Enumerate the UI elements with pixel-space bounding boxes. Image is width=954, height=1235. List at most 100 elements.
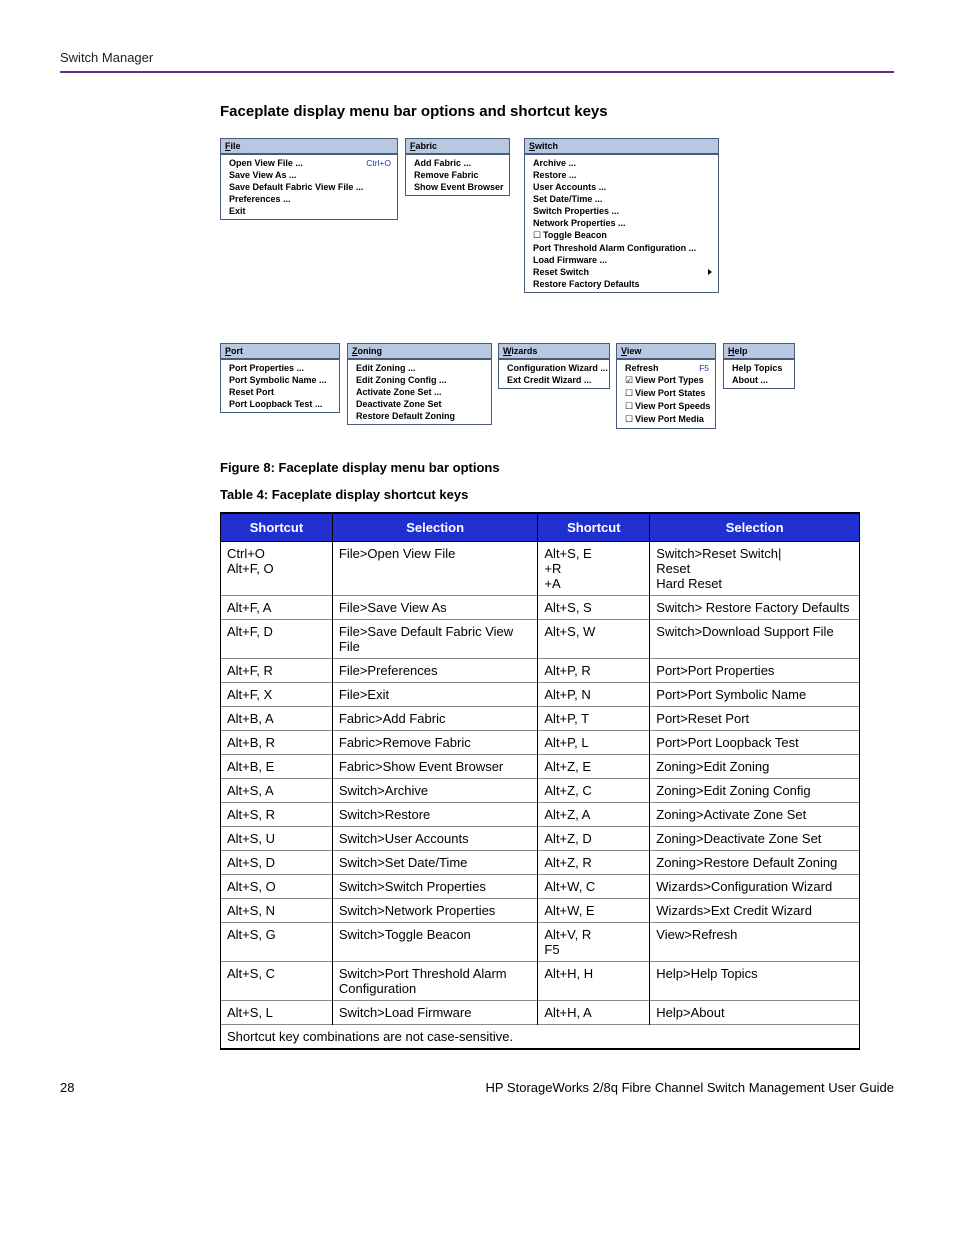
page-number: 28	[60, 1080, 74, 1095]
table-cell: Alt+Z, D	[538, 827, 650, 851]
menu-header-port[interactable]: Port	[220, 343, 340, 359]
table-cell: Port>Reset Port	[650, 707, 860, 731]
table-cell: Alt+S, U	[221, 827, 333, 851]
table-row: Alt+S, NSwitch>Network PropertiesAlt+W, …	[221, 899, 860, 923]
menu-item[interactable]: Deactivate Zone Set	[348, 398, 491, 410]
table-row: Alt+F, DFile>Save Default Fabric View Fi…	[221, 620, 860, 659]
menu-item[interactable]: Restore Factory Defaults	[525, 278, 718, 290]
menu-item[interactable]: About ...	[724, 374, 794, 386]
menu-item[interactable]: Save View As ...	[221, 169, 397, 181]
menu-item[interactable]: Load Firmware ...	[525, 254, 718, 266]
menu-item[interactable]: Open View File ...Ctrl+O	[221, 157, 397, 169]
table-cell: Alt+Z, C	[538, 779, 650, 803]
checkbox-icon: ☑	[625, 375, 635, 386]
table-cell: Alt+V, R F5	[538, 923, 650, 962]
table-cell: Zoning>Deactivate Zone Set	[650, 827, 860, 851]
table-cell: Switch>Reset Switch| Reset Hard Reset	[650, 542, 860, 596]
menu-item[interactable]: Archive ...	[525, 157, 718, 169]
table-cell: Wizards>Ext Credit Wizard	[650, 899, 860, 923]
menu-panel-zoning: Edit Zoning ...Edit Zoning Config ...Act…	[347, 359, 492, 425]
table-cell: Alt+S, W	[538, 620, 650, 659]
menu-item[interactable]: Port Symbolic Name ...	[221, 374, 339, 386]
menu-header-wizards[interactable]: Wizards	[498, 343, 610, 359]
menu-header-switch[interactable]: Switch	[524, 138, 719, 154]
table-row: Alt+S, USwitch>User AccountsAlt+Z, DZoni…	[221, 827, 860, 851]
table-cell: Port>Port Symbolic Name	[650, 683, 860, 707]
menu-item[interactable]: Help Topics	[724, 362, 794, 374]
menu-item[interactable]: Port Loopback Test ...	[221, 398, 339, 410]
menu-header-zoning[interactable]: Zoning	[347, 343, 492, 359]
menu-item[interactable]: Exit	[221, 205, 397, 217]
table-cell: Alt+S, G	[221, 923, 333, 962]
menu-item[interactable]: Restore ...	[525, 169, 718, 181]
menu-item[interactable]: RefreshF5	[617, 362, 715, 374]
menu-item[interactable]: ☐View Port Speeds	[617, 400, 715, 413]
table-row: Alt+B, EFabric>Show Event BrowserAlt+Z, …	[221, 755, 860, 779]
menu-item[interactable]: ☐View Port Media	[617, 413, 715, 426]
table-cell: Alt+Z, E	[538, 755, 650, 779]
table-cell: Alt+F, X	[221, 683, 333, 707]
table-cell: Fabric>Remove Fabric	[332, 731, 538, 755]
menu-panel-wizards: Configuration Wizard ...Ext Credit Wizar…	[498, 359, 610, 389]
menu-item[interactable]: ☐View Port States	[617, 387, 715, 400]
menu-item[interactable]: Remove Fabric	[406, 169, 509, 181]
menu-panel-file: Open View File ...Ctrl+OSave View As ...…	[220, 154, 398, 220]
table-cell: Switch>User Accounts	[332, 827, 538, 851]
menu-item[interactable]: Switch Properties ...	[525, 205, 718, 217]
table-row: Ctrl+O Alt+F, OFile>Open View FileAlt+S,…	[221, 542, 860, 596]
table-cell: Alt+W, E	[538, 899, 650, 923]
menu-header-file[interactable]: File	[220, 138, 398, 154]
menu-header-help[interactable]: Help	[723, 343, 795, 359]
table-cell: Alt+H, A	[538, 1001, 650, 1025]
table-cell: Alt+W, C	[538, 875, 650, 899]
table-cell: Alt+S, R	[221, 803, 333, 827]
table-cell: Switch>Load Firmware	[332, 1001, 538, 1025]
running-header: Switch Manager	[60, 50, 894, 73]
menu-item[interactable]: Edit Zoning Config ...	[348, 374, 491, 386]
table-cell: Alt+S, O	[221, 875, 333, 899]
table-cell: File>Save Default Fabric View File	[332, 620, 538, 659]
menu-header-fabric[interactable]: Fabric	[405, 138, 510, 154]
table-cell: File>Open View File	[332, 542, 538, 596]
menu-item[interactable]: Ext Credit Wizard ...	[499, 374, 609, 386]
menu-item[interactable]: ☐Toggle Beacon	[525, 229, 718, 242]
table-cell: Switch>Set Date/Time	[332, 851, 538, 875]
table-row: Alt+S, CSwitch>Port Threshold Alarm Conf…	[221, 962, 860, 1001]
menu-item[interactable]: Edit Zoning ...	[348, 362, 491, 374]
table-cell: Port>Port Properties	[650, 659, 860, 683]
table-row: Alt+B, AFabric>Add FabricAlt+P, TPort>Re…	[221, 707, 860, 731]
menu-item[interactable]: ☑View Port Types	[617, 374, 715, 387]
menu-screenshot: File Open View File ...Ctrl+OSave View A…	[220, 138, 860, 448]
checkbox-icon: ☐	[625, 414, 635, 425]
menu-item[interactable]: Save Default Fabric View File ...	[221, 181, 397, 193]
menu-panel-fabric: Add Fabric ...Remove FabricShow Event Br…	[405, 154, 510, 196]
table-cell: Help>Help Topics	[650, 962, 860, 1001]
menu-item[interactable]: Preferences ...	[221, 193, 397, 205]
table-note-row: Shortcut key combinations are not case-s…	[221, 1025, 860, 1050]
menu-item[interactable]: Port Threshold Alarm Configuration ...	[525, 242, 718, 254]
menu-item[interactable]: Add Fabric ...	[406, 157, 509, 169]
shortcut-hint: F5	[699, 363, 709, 373]
table-cell: Alt+Z, A	[538, 803, 650, 827]
menu-item[interactable]: User Accounts ...	[525, 181, 718, 193]
menu-item[interactable]: Reset Port	[221, 386, 339, 398]
table-cell: File>Preferences	[332, 659, 538, 683]
table-cell: Alt+H, H	[538, 962, 650, 1001]
table-cell: Switch>Network Properties	[332, 899, 538, 923]
checkbox-icon: ☐	[625, 388, 635, 399]
menu-item[interactable]: Show Event Browser	[406, 181, 509, 193]
table-cell: View>Refresh	[650, 923, 860, 962]
table-cell: Alt+B, R	[221, 731, 333, 755]
menu-item[interactable]: Reset Switch	[525, 266, 718, 278]
table-cell: Alt+P, L	[538, 731, 650, 755]
table-note: Shortcut key combinations are not case-s…	[221, 1025, 860, 1050]
menu-header-view[interactable]: View	[616, 343, 716, 359]
table-cell: Alt+B, A	[221, 707, 333, 731]
menu-item[interactable]: Set Date/Time ...	[525, 193, 718, 205]
menu-item[interactable]: Configuration Wizard ...	[499, 362, 609, 374]
menu-item[interactable]: Port Properties ...	[221, 362, 339, 374]
menu-panel-help: Help TopicsAbout ...	[723, 359, 795, 389]
menu-item[interactable]: Activate Zone Set ...	[348, 386, 491, 398]
menu-item[interactable]: Restore Default Zoning	[348, 410, 491, 422]
menu-item[interactable]: Network Properties ...	[525, 217, 718, 229]
